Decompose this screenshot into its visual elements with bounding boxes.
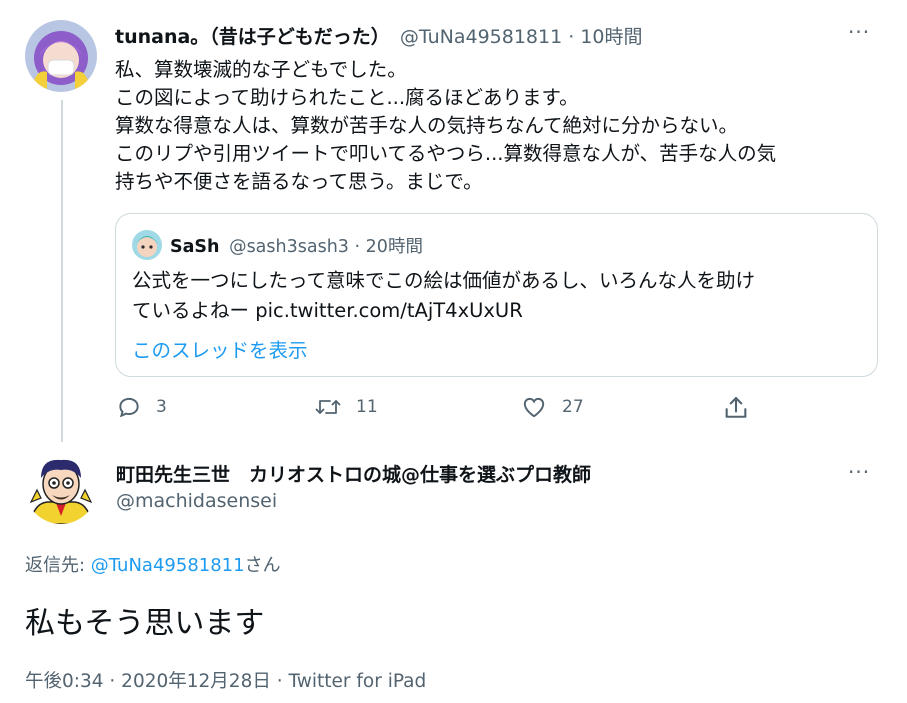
retweet-count: 11 — [356, 397, 378, 417]
reply-icon — [119, 397, 139, 418]
quote-time: 20時間 — [365, 237, 423, 257]
retweet-icon — [315, 400, 341, 414]
share-button[interactable] — [722, 394, 750, 426]
separator-dot: · — [568, 26, 575, 48]
more-options-icon[interactable]: ··· — [848, 460, 870, 484]
tweet-text-line: 私、算数壊滅的な子どもでした。 — [115, 58, 407, 81]
like-button[interactable]: 27 — [520, 394, 584, 420]
tweet-text: 私、算数壊滅的な子どもでした。 この図によって助けられたこと...腐るほどありま… — [115, 56, 776, 196]
reply-to-prefix: 返信先: — [25, 555, 91, 576]
separator-dot: · — [354, 237, 361, 257]
quote-display-name: SaSh — [170, 237, 220, 257]
quote-text-line: ているよねー pic.twitter.com/tAjT4xUxUR — [132, 299, 523, 322]
quote-text-line: 公式を一つにしたって意味でこの絵は価値があるし、いろんな人を助け — [132, 269, 756, 292]
avatar[interactable] — [25, 20, 97, 92]
tweet-text-line: このリプや引用ツイートで叩いてるやつら...算数得意な人が、苦手な人の気 — [115, 142, 777, 165]
tweet-text-line: この図によって助けられたこと...腐るほどあります。 — [115, 86, 579, 109]
tweet-text-line: 算数な得意な人は、算数が苦手な人の気持ちなんて絶対に分からない。 — [115, 114, 739, 137]
quote-header: SaSh @sash3sash3 · 20時間 — [170, 233, 423, 258]
tweet-header: tunana。（昔は子どもだった） @TuNa49581811 · 10時間 — [115, 22, 643, 49]
quote-avatar — [132, 230, 162, 260]
user-handle[interactable]: @TuNa49581811 — [400, 26, 562, 48]
reply-to-suffix: さん — [244, 555, 281, 576]
reply-count: 3 — [156, 397, 167, 417]
tweet-text-line: 持ちや不便さを語るなって思う。まじで。 — [115, 170, 483, 193]
display-name[interactable]: 町田先生三世 カリオストロの城@仕事を選ぶプロ教師 — [116, 460, 591, 487]
heart-icon — [523, 397, 545, 418]
user-handle[interactable]: @machidasensei — [116, 490, 277, 512]
display-name[interactable]: tunana。（昔は子どもだった） — [115, 26, 390, 48]
retweet-button[interactable]: 11 — [314, 394, 378, 420]
quoted-tweet[interactable]: SaSh @sash3sash3 · 20時間 公式を一つにしたって意味でこの絵… — [115, 213, 878, 377]
reply-to: 返信先: @TuNa49581811さん — [25, 551, 281, 577]
reply-to-handle[interactable]: @TuNa49581811 — [91, 555, 245, 576]
quote-text: 公式を一つにしたって意味でこの絵は価値があるし、いろんな人を助け ているよねー … — [132, 266, 755, 326]
share-icon — [725, 397, 747, 418]
tweet-timestamp[interactable]: 午後0:34 · 2020年12月28日 · Twitter for iPad — [25, 667, 426, 693]
thread-line — [61, 100, 63, 442]
show-thread-link[interactable]: このスレッドを表示 — [132, 334, 308, 363]
like-count: 27 — [562, 397, 584, 417]
reply-button[interactable]: 3 — [116, 394, 167, 420]
tweet-time[interactable]: 10時間 — [580, 26, 642, 48]
quote-handle: @sash3sash3 — [229, 237, 349, 257]
more-options-icon[interactable]: ··· — [848, 20, 870, 44]
avatar[interactable] — [25, 452, 97, 524]
reply-text: 私もそう思います — [25, 606, 265, 641]
